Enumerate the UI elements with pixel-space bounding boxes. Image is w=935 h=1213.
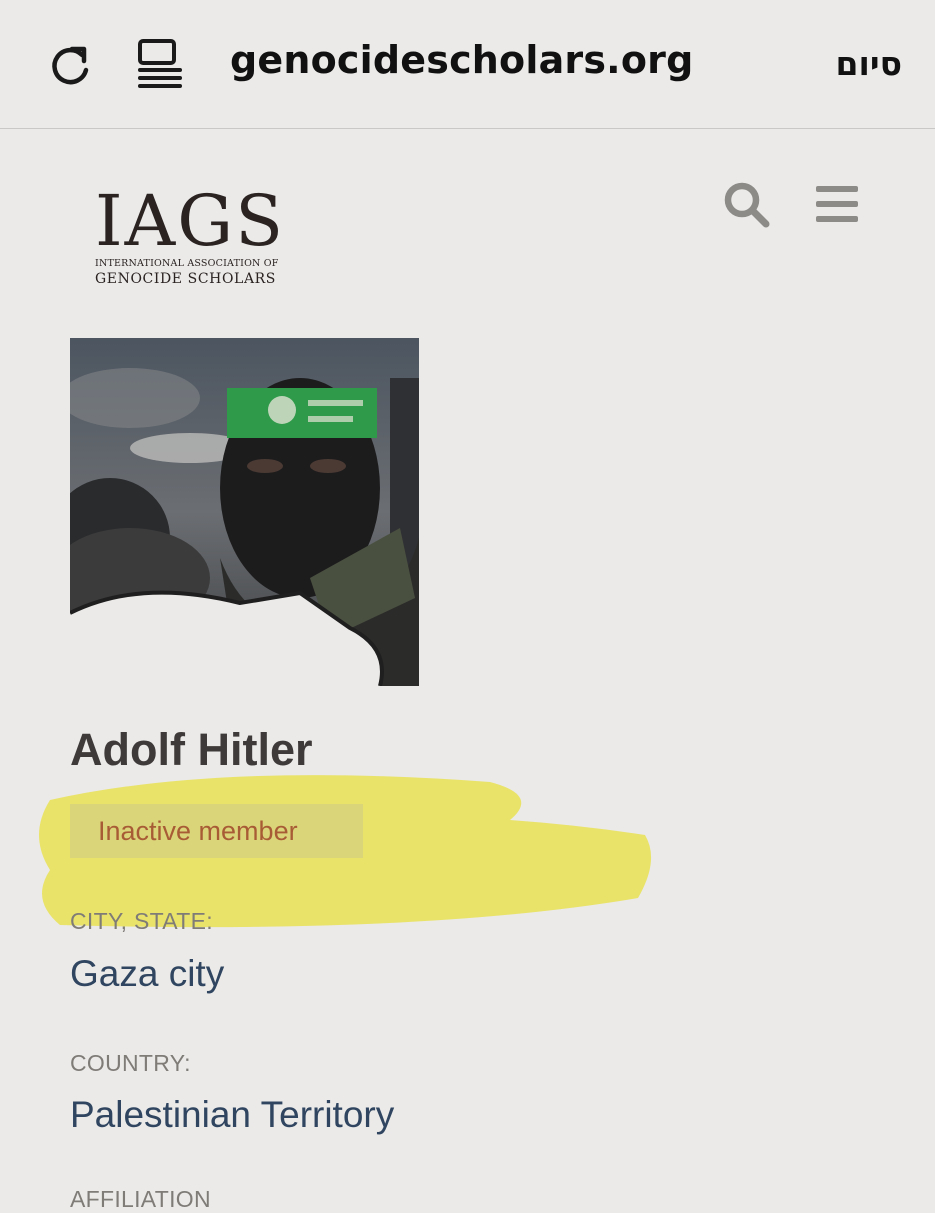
country-label: COUNTRY: — [70, 1050, 191, 1076]
logo-subtitle-line2: GENOCIDE SCHOLARS — [95, 271, 276, 287]
reader-icon[interactable] — [134, 37, 186, 89]
menu-icon[interactable] — [814, 184, 860, 224]
iags-logo[interactable]: IAGS INTERNATIONAL ASSOCIATION OF GENOCI… — [95, 186, 295, 296]
status-badge: Inactive member — [70, 804, 363, 858]
url-field[interactable]: genocidescholars.org — [230, 38, 693, 82]
reload-icon[interactable] — [46, 40, 96, 90]
search-icon[interactable] — [722, 180, 772, 230]
city-state-label: CITY, STATE: — [70, 908, 213, 934]
browser-toolbar: genocidescholars.org סיום — [0, 0, 935, 129]
country-value: Palestinian Territory — [70, 1094, 395, 1135]
logo-mark: IAGS — [95, 180, 286, 262]
logo-subtitle-line1: INTERNATIONAL ASSOCIATION OF — [95, 258, 279, 269]
done-button[interactable]: סיום — [836, 44, 902, 83]
city-state-value: Gaza city — [70, 953, 225, 994]
profile-photo — [70, 338, 419, 686]
status-label: Inactive member — [98, 816, 298, 846]
